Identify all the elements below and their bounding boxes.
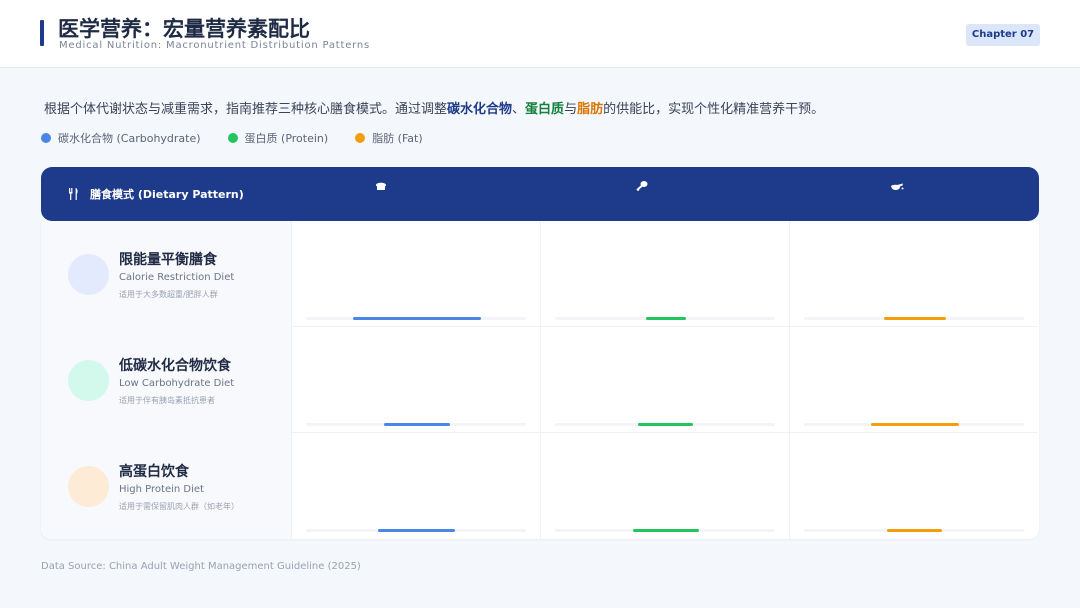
ratio-cell-carb [291, 327, 540, 433]
intro-protein: 蛋白质 [525, 102, 565, 117]
row-english-name: Calorie Restriction Diet [119, 272, 235, 283]
row-label-low-carb: 低碳水化合物饮食 Low Carbohydrate Diet 适用于伴有胰岛素抵… [41, 327, 291, 433]
table-header-label: 膳食模式 (Dietary Pattern) [68, 186, 244, 202]
legend-dot-fat [355, 133, 366, 143]
ratio-cell-carb [291, 221, 540, 327]
ratio-bar-carb [353, 317, 481, 320]
row-circle [68, 466, 109, 507]
ratio-cell-fat [789, 327, 1038, 433]
header: 医学营养：宏量营养素配比 Medical Nutrition: Macronut… [0, 0, 1080, 68]
ratio-cell-carb [291, 433, 540, 539]
intro-sep2: 与 [564, 102, 578, 117]
row-name: 低碳水化合物饮食 [119, 358, 231, 374]
ratio-bar-fat [871, 423, 959, 426]
legend: 碳水化合物 (Carbohydrate) 蛋白质 (Protein) 脂肪 (F… [41, 130, 450, 146]
table-header: 膳食模式 (Dietary Pattern) [41, 167, 1039, 221]
row-circle [68, 254, 109, 295]
intro-text: 根据个体代谢状态与减重需求，指南推荐三种核心膳食模式。通过调整碳水化合物、蛋白质… [44, 98, 824, 117]
row-labels: 限能量平衡膳食 Calorie Restriction Diet 适用于大多数超… [41, 221, 291, 539]
ratio-track [306, 317, 526, 320]
ratio-track [306, 529, 526, 532]
page-title: 医学营养：宏量营养素配比 [58, 16, 310, 41]
table-body: 限能量平衡膳食 Calorie Restriction Diet 适用于大多数超… [41, 221, 1039, 539]
ratio-bar-fat [884, 317, 946, 320]
row-name: 高蛋白饮食 [119, 464, 189, 480]
row-english-name: High Protein Diet [119, 484, 204, 495]
title-accent-bar [40, 20, 44, 46]
ratio-track [804, 423, 1024, 426]
row-label-calorie-restriction: 限能量平衡膳食 Calorie Restriction Diet 适用于大多数超… [41, 221, 291, 327]
row-english-name: Low Carbohydrate Diet [119, 378, 235, 389]
intro-sep1: 、 [512, 102, 526, 117]
ratio-bar-carb [378, 529, 455, 532]
utensils-icon [69, 188, 78, 200]
legend-dot-protein [227, 133, 238, 143]
intro-carb: 碳水化合物 [447, 102, 513, 117]
ratio-track [555, 317, 775, 320]
intro-fat: 脂肪 [577, 102, 604, 117]
legend-label-protein: 蛋白质 (Protein) [244, 132, 329, 145]
legend-item-carb: 碳水化合物 (Carbohydrate) [41, 130, 201, 146]
page-subtitle: Medical Nutrition: Macronutrient Distrib… [59, 40, 371, 51]
legend-item-fat: 脂肪 (Fat) [355, 130, 423, 146]
ratio-track [804, 529, 1024, 532]
legend-label-fat: 脂肪 (Fat) [372, 132, 423, 145]
ratio-cell-protein [540, 433, 789, 539]
ratio-cell-fat [789, 221, 1038, 327]
intro-after: 的供能比，实现个性化精准营养干预。 [603, 102, 825, 117]
legend-label-carb: 碳水化合物 (Carbohydrate) [58, 132, 201, 145]
ratio-bar-carb [384, 423, 450, 426]
drumstick-icon [636, 181, 648, 191]
ratio-track [804, 317, 1024, 320]
ratio-bar-protein [638, 423, 693, 426]
ratio-cell-protein [540, 221, 789, 327]
intro-before: 根据个体代谢状态与减重需求，指南推荐三种核心膳食模式。通过调整 [44, 102, 448, 117]
oil-icon [891, 183, 904, 190]
row-note: 适用于需保留肌肉人群（如老年） [119, 502, 239, 511]
row-note: 适用于伴有胰岛素抵抗患者 [119, 396, 215, 405]
ratio-bar-protein [633, 529, 699, 532]
bread-icon [376, 182, 386, 190]
ratio-cell-fat [789, 433, 1038, 539]
chapter-badge: Chapter 07 [966, 24, 1040, 46]
legend-dot-carb [41, 133, 51, 143]
ratio-track [555, 423, 775, 426]
legend-item-protein: 蛋白质 (Protein) [227, 130, 329, 146]
table-header-text: 膳食模式 (Dietary Pattern) [90, 188, 244, 201]
ratio-bar-protein [646, 317, 686, 320]
row-note: 适用于大多数超重/肥胖人群 [119, 290, 218, 299]
ratio-track [306, 423, 526, 426]
ratio-track [555, 529, 775, 532]
data-source: Data Source: China Adult Weight Manageme… [41, 561, 361, 572]
ratio-cell-protein [540, 327, 789, 433]
row-name: 限能量平衡膳食 [119, 252, 217, 268]
row-circle [68, 360, 109, 401]
row-label-high-protein: 高蛋白饮食 High Protein Diet 适用于需保留肌肉人群（如老年） [41, 433, 291, 539]
ratio-bar-fat [887, 529, 942, 532]
